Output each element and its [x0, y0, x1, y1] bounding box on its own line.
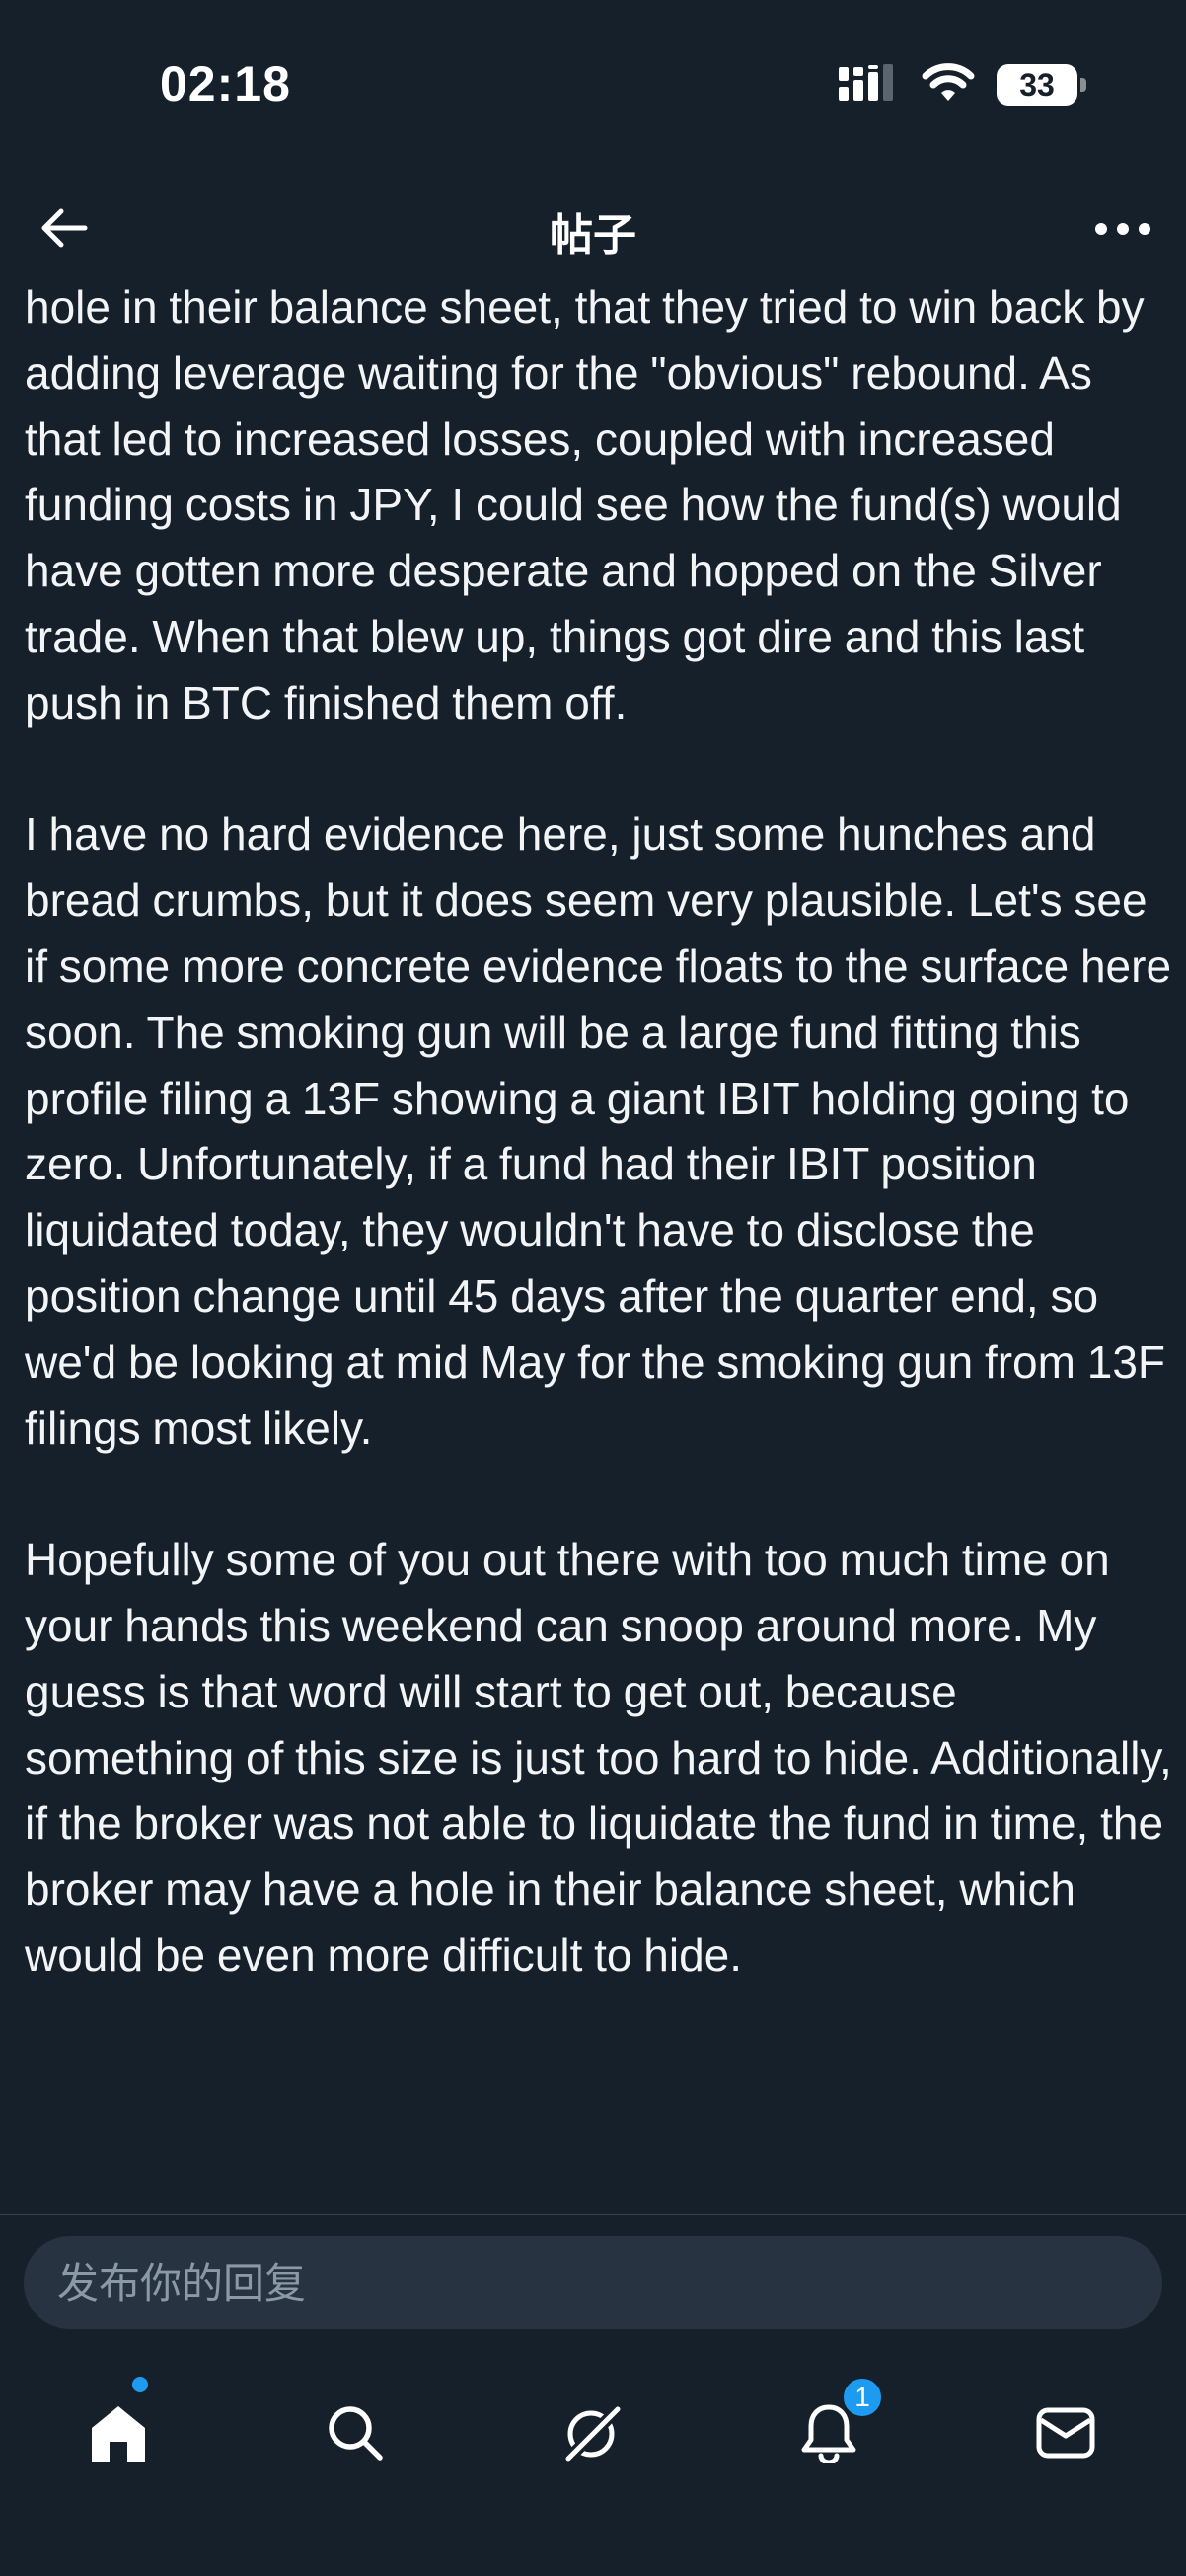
- post-paragraph: I have no hard evidence here, just some …: [25, 808, 1183, 1454]
- status-icons: 33: [839, 59, 1086, 111]
- cellular-signal-icon: [839, 63, 900, 108]
- bottom-nav: [0, 2369, 1186, 2497]
- battery-icon: 33: [997, 64, 1086, 106]
- nav-home[interactable]: [74, 2388, 163, 2477]
- post-paragraph: Hopefully some of you out there with too…: [25, 1534, 1184, 1981]
- reply-input[interactable]: [24, 2236, 1162, 2329]
- home-icon: [92, 2406, 145, 2462]
- messages-icon: [1036, 2407, 1095, 2459]
- grok-icon: [563, 2404, 623, 2463]
- more-button[interactable]: [1091, 203, 1154, 255]
- status-bar: 02:18 33: [0, 0, 1186, 173]
- search-icon: [329, 2406, 383, 2461]
- nav-grok[interactable]: [548, 2388, 636, 2477]
- notifications-badge: 1: [841, 2376, 884, 2419]
- page-title: 帖子: [550, 210, 636, 261]
- battery-cap: [1080, 78, 1086, 92]
- nav-search[interactable]: [311, 2388, 400, 2477]
- header: 帖子: [0, 178, 1186, 276]
- battery-level: 33: [1019, 66, 1055, 103]
- reply-divider: [0, 2214, 1186, 2215]
- post-body: hole in their balance sheet, that they t…: [25, 274, 1174, 1989]
- wifi-icon: [922, 62, 975, 108]
- post-paragraph: hole in their balance sheet, that they t…: [25, 281, 1156, 728]
- nav-messages[interactable]: [1021, 2388, 1110, 2477]
- home-unread-dot: [132, 2377, 148, 2392]
- more-horizontal-icon: [1095, 223, 1150, 235]
- status-time: 02:18: [160, 56, 291, 112]
